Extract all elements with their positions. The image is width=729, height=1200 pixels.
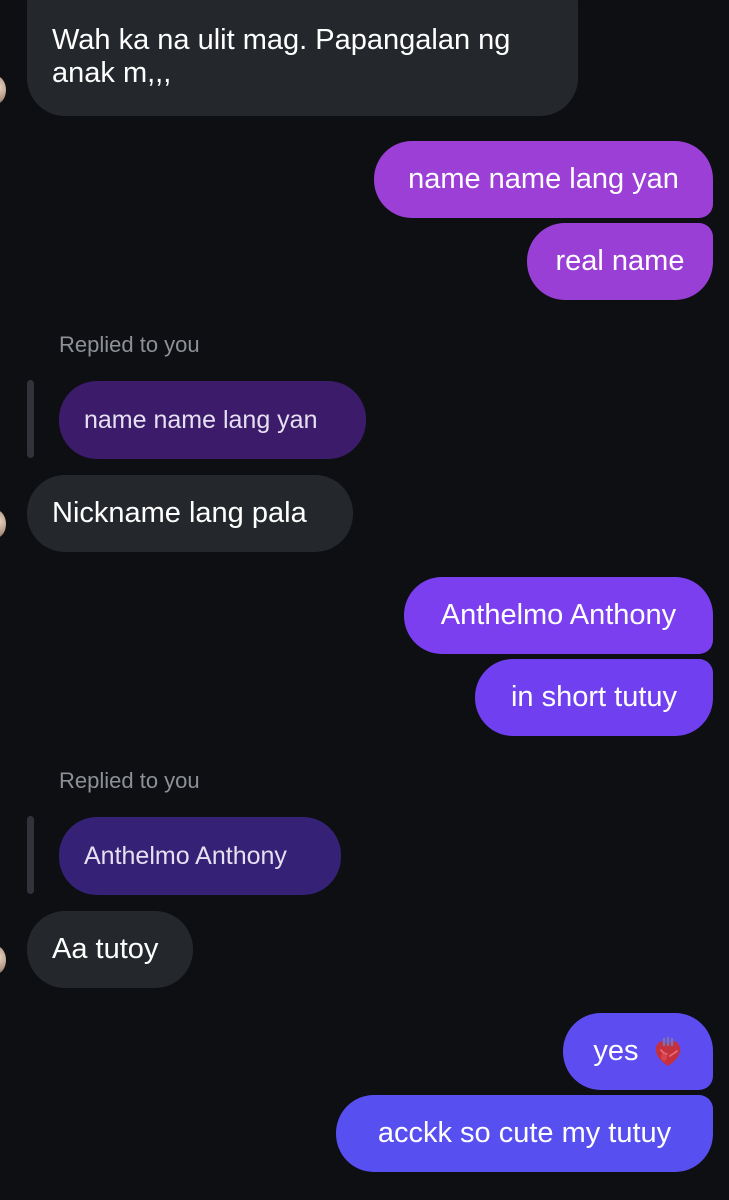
message-text: name name lang yan	[408, 163, 679, 195]
contact-avatar[interactable]	[0, 510, 6, 538]
incoming-message[interactable]: Wah ka na ulit mag. Papangalan ng anak m…	[27, 0, 578, 116]
replied-to-you-label: Replied to you	[59, 768, 200, 793]
message-text: Wah ka na ulit mag. Papangalan ng	[52, 24, 511, 56]
quoted-message[interactable]: Anthelmo Anthony	[59, 817, 341, 895]
incoming-message[interactable]: Nickname lang pala	[27, 475, 353, 552]
message-text: real name	[555, 245, 685, 277]
reply-indicator-bar	[27, 380, 34, 458]
contact-avatar[interactable]	[0, 76, 6, 104]
message-text: acckk so cute my tutuy	[377, 1117, 672, 1149]
message-text: Nickname lang pala	[52, 497, 307, 529]
message-text: in short tutuy	[510, 681, 678, 713]
outgoing-message[interactable]: yes	[563, 1013, 713, 1090]
message-text: Anthelmo Anthony	[440, 599, 677, 631]
outgoing-message[interactable]: in short tutuy	[475, 659, 713, 736]
outgoing-message[interactable]: acckk so cute my tutuy	[336, 1095, 713, 1172]
replied-to-you-label: Replied to you	[59, 332, 200, 357]
outgoing-message[interactable]: name name lang yan	[374, 141, 713, 218]
message-text: Aa tutoy	[52, 933, 159, 965]
outgoing-message[interactable]: real name	[527, 223, 713, 300]
outgoing-message[interactable]: Anthelmo Anthony	[404, 577, 713, 654]
anatomical-heart-icon	[653, 1036, 683, 1068]
message-text: anak m,,,	[52, 57, 172, 89]
message-thread: Wah ka na ulit mag. Papangalan ng anak m…	[0, 0, 729, 1200]
message-text: yes	[593, 1035, 639, 1067]
quoted-text: name name lang yan	[84, 405, 318, 434]
contact-avatar[interactable]	[0, 946, 6, 974]
incoming-message[interactable]: Aa tutoy	[27, 911, 193, 988]
quoted-message[interactable]: name name lang yan	[59, 381, 366, 459]
reply-indicator-bar	[27, 816, 34, 894]
quoted-text: Anthelmo Anthony	[84, 841, 287, 870]
